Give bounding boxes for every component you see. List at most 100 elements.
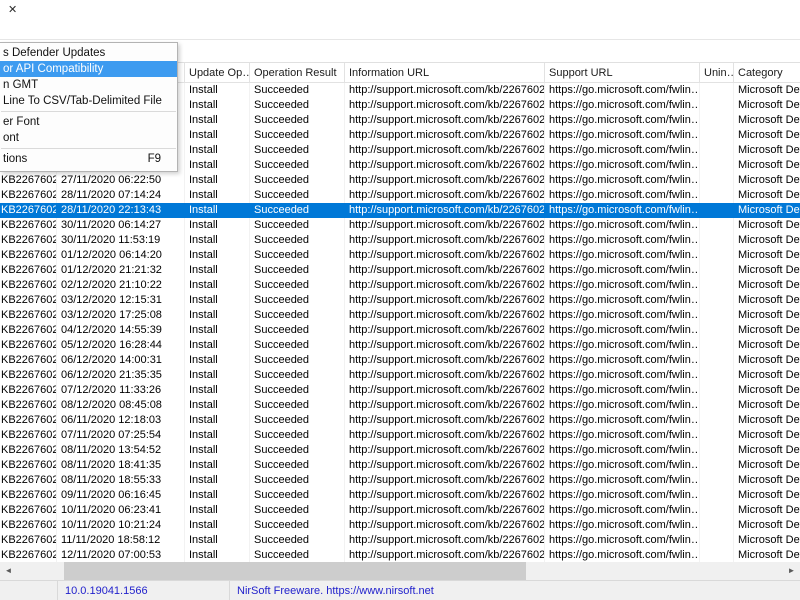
table-row[interactable]: KB2267602 01/12/2020 21:21:32 Install Succe… [0,263,800,278]
column-header-update-operation[interactable]: Update Op… [185,63,250,82]
cell-information-url: http://support.microsoft.com/kb/2267602 [345,188,545,203]
cell-operation-result: Succeeded [250,443,345,458]
table-row[interactable]: KB2267602 01/12/2020 06:14:20 Install Succe… [0,248,800,263]
cell-uninstall [700,263,734,278]
cell-uninstall [700,98,734,113]
cell-title: KB2267602 [1,293,57,308]
cell-title: KB2267602 [1,263,57,278]
menu-item[interactable]: Line To CSV/Tab-Delimited File [0,93,177,109]
table-row[interactable]: KB2267602 08/11/2020 13:54:52 Install Succe… [0,443,800,458]
menu-item-label: ont [3,132,19,144]
cell-date: 06/12/2020 14:00:31 [57,353,185,368]
menu-item[interactable]: s Defender Updates [0,45,177,61]
table-row[interactable]: KB2267602 06/12/2020 14:00:31 Install Succe… [0,353,800,368]
cell-category: Microsoft Defe [734,188,800,203]
table-row[interactable]: KB2267602 30/11/2020 11:53:19 Install Succe… [0,233,800,248]
table-row[interactable]: KB2267602 05/12/2020 16:28:44 Install Succe… [0,338,800,353]
scrollbar-thumb[interactable] [64,562,526,580]
table-row[interactable]: KB2267602 02/12/2020 21:10:22 Install Succe… [0,278,800,293]
cell-category: Microsoft Defe [734,458,800,473]
cell-update-operation: Install [185,113,250,128]
menu-item[interactable]: n GMT [0,77,177,93]
table-row[interactable]: KB2267602 08/12/2020 08:45:08 Install Succe… [0,398,800,413]
cell-update-operation: Install [185,158,250,173]
cell-date: 28/11/2020 07:14:24 [57,188,185,203]
table-row-selected[interactable]: KB2267602 28/11/2020 22:13:43 Install Succe… [0,203,800,218]
cell-category: Microsoft Defe [734,113,800,128]
column-header-category[interactable]: Category [734,63,800,82]
menu-item[interactable]: tions F9 [0,151,177,167]
cell-uninstall [700,353,734,368]
menu-item[interactable]: ont [0,130,177,146]
horizontal-scrollbar[interactable]: ◄ ► [0,562,800,580]
column-header-support-url[interactable]: Support URL [545,63,700,82]
table-row[interactable]: KB2267602 10/11/2020 10:21:24 Install Succe… [0,518,800,533]
cell-category: Microsoft Defe [734,428,800,443]
table-row[interactable]: KB2267602 11/11/2020 18:58:12 Install Succe… [0,533,800,548]
cell-operation-result: Succeeded [250,503,345,518]
cell-category: Microsoft Defe [734,413,800,428]
scroll-left-arrow-icon[interactable]: ◄ [0,562,17,580]
nirsoft-credit-link[interactable]: NirSoft Freeware. https://www.nirsoft.ne… [237,585,434,597]
cell-update-operation: Install [185,533,250,548]
column-header-information-url[interactable]: Information URL [345,63,545,82]
table-row[interactable]: KB2267602 07/12/2020 11:33:26 Install Succe… [0,383,800,398]
table-row[interactable]: KB2267602 27/11/2020 06:22:50 Install Succe… [0,173,800,188]
cell-support-url: https://go.microsoft.com/fwlin… [545,128,700,143]
column-header-operation-result[interactable]: Operation Result [250,63,345,82]
table-row[interactable]: KB2267602 08/11/2020 18:55:33 Install Succe… [0,473,800,488]
cell-operation-result: Succeeded [250,143,345,158]
cell-date: 07/12/2020 11:33:26 [57,383,185,398]
cell-information-url: http://support.microsoft.com/kb/2267602 [345,98,545,113]
cell-information-url: http://support.microsoft.com/kb/2267602 [345,83,545,98]
cell-category: Microsoft Defe [734,263,800,278]
title-area: ✕ [0,0,800,40]
scroll-right-arrow-icon[interactable]: ► [783,562,800,580]
cell-update-operation: Install [185,173,250,188]
menu-item[interactable]: or API Compatibility [0,61,177,77]
table-row[interactable]: KB2267602 12/11/2020 07:00:53 Install Succe… [0,548,800,563]
cell-uninstall [700,413,734,428]
cell-update-operation: Install [185,143,250,158]
table-row[interactable]: KB2267602 09/11/2020 06:16:45 Install Succe… [0,488,800,503]
table-row[interactable]: KB2267602 30/11/2020 06:14:27 Install Succe… [0,218,800,233]
cell-category: Microsoft Defe [734,128,800,143]
cell-title: KB2267602 [1,383,57,398]
table-row[interactable]: KB2267602 03/12/2020 12:15:31 Install Succe… [0,293,800,308]
table-row[interactable]: KB2267602 08/11/2020 18:41:35 Install Succe… [0,458,800,473]
cell-support-url: https://go.microsoft.com/fwlin… [545,188,700,203]
table-row[interactable]: KB2267602 10/11/2020 06:23:41 Install Succe… [0,503,800,518]
cell-date: 11/11/2020 18:58:12 [57,533,185,548]
cell-update-operation: Install [185,473,250,488]
table-row[interactable]: KB2267602 03/12/2020 17:25:08 Install Succe… [0,308,800,323]
column-header-uninstall[interactable]: Unin… [700,63,734,82]
status-panel-empty [0,581,58,600]
cell-uninstall [700,218,734,233]
close-icon[interactable]: ✕ [8,3,17,16]
cell-support-url: https://go.microsoft.com/fwlin… [545,443,700,458]
cell-title: KB2267602 [1,323,57,338]
cell-support-url: https://go.microsoft.com/fwlin… [545,278,700,293]
cell-uninstall [700,458,734,473]
cell-uninstall [700,173,734,188]
status-credit: NirSoft Freeware. https://www.nirsoft.ne… [230,581,800,600]
cell-title: KB2267602 [1,338,57,353]
table-row[interactable]: KB2267602 06/11/2020 12:18:03 Install Succe… [0,413,800,428]
cell-information-url: http://support.microsoft.com/kb/2267602 [345,293,545,308]
menu-item[interactable]: er Font [0,114,177,130]
cell-operation-result: Succeeded [250,428,345,443]
cell-date: 30/11/2020 06:14:27 [57,218,185,233]
table-row[interactable]: KB2267602 04/12/2020 14:55:39 Install Succe… [0,323,800,338]
cell-category: Microsoft Defe [734,218,800,233]
cell-update-operation: Install [185,308,250,323]
menu-separator [1,111,176,112]
table-row[interactable]: KB2267602 28/11/2020 07:14:24 Install Succe… [0,188,800,203]
cell-category: Microsoft Defe [734,323,800,338]
table-row[interactable]: KB2267602 07/11/2020 07:25:54 Install Succe… [0,428,800,443]
cell-title: KB2267602 [1,518,57,533]
cell-operation-result: Succeeded [250,98,345,113]
table-row[interactable]: KB2267602 06/12/2020 21:35:35 Install Succe… [0,368,800,383]
cell-support-url: https://go.microsoft.com/fwlin… [545,338,700,353]
cell-support-url: https://go.microsoft.com/fwlin… [545,233,700,248]
cell-uninstall [700,428,734,443]
